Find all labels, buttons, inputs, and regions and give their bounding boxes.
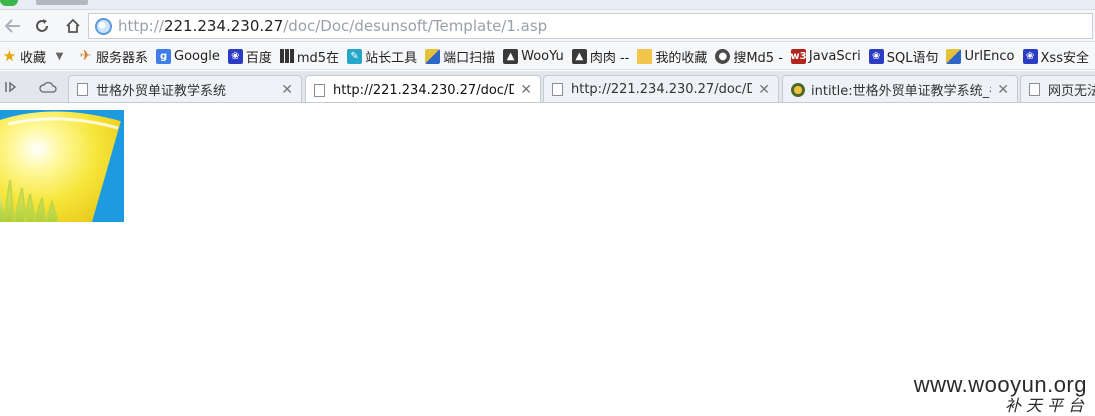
bookmark-item[interactable]: g Google [156, 48, 220, 64]
bookmark-label: WooYu [521, 48, 564, 64]
tab-item[interactable]: intitle:世格外贸单证教学系统_谷歌 ✕ [782, 75, 1018, 102]
w3-icon: w3 [790, 48, 807, 64]
url-text: http://221.234.230.27/doc/Doc/desunsoft/… [118, 17, 548, 35]
bookmark-item[interactable]: ❀ 百度 [227, 47, 272, 66]
home-icon [66, 18, 80, 33]
md5-icon: ● [715, 48, 731, 64]
plane-icon: ✈ [79, 48, 92, 64]
template-image [0, 110, 124, 222]
tab-item-active[interactable]: http://221.234.230.27/doc/Doc/ ✕ [305, 75, 541, 102]
home-button[interactable] [60, 13, 86, 39]
globe-icon [95, 17, 112, 35]
page-icon [77, 83, 88, 96]
reload-button[interactable] [29, 13, 55, 39]
tool-icon: ✎ [347, 48, 363, 64]
browser-logo-icon [0, 0, 18, 6]
close-icon[interactable]: ✕ [520, 82, 532, 98]
bookmark-label: Xss安全 [1040, 50, 1089, 66]
bookmark-label: UrlEnco [964, 48, 1015, 64]
bookmark-label: 端口扫描 [443, 50, 496, 66]
bookmark-item[interactable]: 端口扫描 [425, 47, 495, 66]
grid-icon [279, 49, 294, 63]
bookmark-label: md5在 [296, 50, 340, 66]
scan-icon [946, 48, 962, 64]
sidebar-toggle-button[interactable] [2, 78, 22, 96]
tab-item[interactable]: 网页无法 [1020, 75, 1095, 102]
bookmark-item[interactable]: w3 JavaScri [790, 48, 861, 64]
star-icon: ★ [2, 47, 17, 65]
folder-icon [637, 48, 653, 64]
close-icon[interactable]: ✕ [997, 82, 1009, 98]
bookmark-label: Google [174, 48, 220, 64]
bookmark-item[interactable]: ❀ Xss安全 [1022, 47, 1089, 66]
bookmark-item[interactable]: ✈ 服务器系 [78, 47, 148, 66]
tab-item[interactable]: 世格外贸单证教学系统 ✕ [68, 75, 302, 102]
bookmark-label: 百度 [245, 50, 272, 66]
bookmark-item[interactable]: md5在 [279, 47, 340, 66]
tab-title: 世格外贸单证教学系统 [96, 84, 227, 99]
bookmark-item[interactable]: ✎ 站长工具 [347, 47, 417, 66]
baidu-paw-icon: ❀ [868, 48, 884, 64]
page-icon [552, 83, 563, 96]
bookmark-item[interactable]: ● 搜Md5 - [715, 47, 783, 66]
page-content: www.wooyun.org 补天平台 [0, 104, 1095, 415]
bookmark-label: 搜Md5 - [733, 50, 783, 66]
baidu-paw-icon: ❀ [227, 48, 243, 64]
page-icon [1029, 83, 1040, 96]
close-icon[interactable]: ✕ [758, 82, 770, 98]
navigation-bar: http://221.234.230.27/doc/Doc/desunsoft/… [0, 10, 1095, 42]
window-title-fragment [36, 0, 88, 5]
baidu-paw-icon: ❀ [1022, 48, 1038, 64]
scan-icon [425, 48, 441, 64]
close-icon[interactable]: ✕ [281, 82, 293, 98]
sunburst-picture [0, 110, 124, 222]
bookmark-item[interactable]: UrlEnco [946, 48, 1015, 64]
bookmark-item[interactable]: ▲ 肉肉 -- [571, 47, 630, 66]
google-doodle-icon [791, 82, 805, 97]
tab-title: http://221.234.230.27/doc/Doc/ [571, 82, 752, 97]
bookmark-item[interactable]: ▲ WooYu [503, 48, 564, 64]
google-icon: g [156, 48, 172, 64]
cloud-icon [39, 81, 57, 93]
reload-icon [36, 19, 48, 32]
tab-title: intitle:世格外贸单证教学系统_谷歌 [811, 84, 991, 99]
bookmark-label: SQL语句 [886, 50, 939, 66]
bookmark-label: 服务器系 [96, 50, 149, 66]
back-button[interactable] [0, 13, 26, 39]
wooyun-icon: ▲ [571, 48, 587, 64]
tab-title: http://221.234.230.27/doc/Doc/ [333, 82, 514, 98]
wooyun-icon: ▲ [503, 48, 519, 64]
cloud-sync-button[interactable] [38, 78, 58, 96]
bookmark-label: 站长工具 [365, 50, 418, 66]
bookmark-item[interactable]: ❀ SQL语句 [868, 47, 939, 66]
arrow-left-icon [5, 19, 20, 33]
window-titlebar [0, 0, 1095, 10]
bookmark-favorites[interactable]: ★ 收藏 ▼ [2, 47, 70, 66]
bookmark-label: 收藏 [20, 50, 47, 66]
page-icon [314, 83, 325, 97]
chevron-down-icon[interactable]: ▼ [52, 49, 67, 64]
sidebar-icon [5, 81, 17, 93]
tab-strip: 世格外贸单证教学系统 ✕ http://221.234.230.27/doc/D… [0, 71, 1095, 103]
address-bar[interactable]: http://221.234.230.27/doc/Doc/desunsoft/… [88, 13, 1093, 39]
bookmark-label: 我的收藏 [655, 50, 708, 66]
watermark-slogan: 补天平台 [1004, 396, 1089, 415]
bookmark-label: 肉肉 -- [589, 50, 630, 66]
tab-item[interactable]: http://221.234.230.27/doc/Doc/ ✕ [543, 75, 779, 102]
tab-title: 网页无法 [1048, 84, 1095, 99]
bookmark-folder[interactable]: 我的收藏 [637, 47, 707, 66]
bookmark-label: JavaScri [808, 48, 861, 64]
bookmarks-bar: ★ 收藏 ▼ ✈ 服务器系 g Google ❀ 百度 md5在 ✎ 站长工具 … [0, 43, 1095, 70]
